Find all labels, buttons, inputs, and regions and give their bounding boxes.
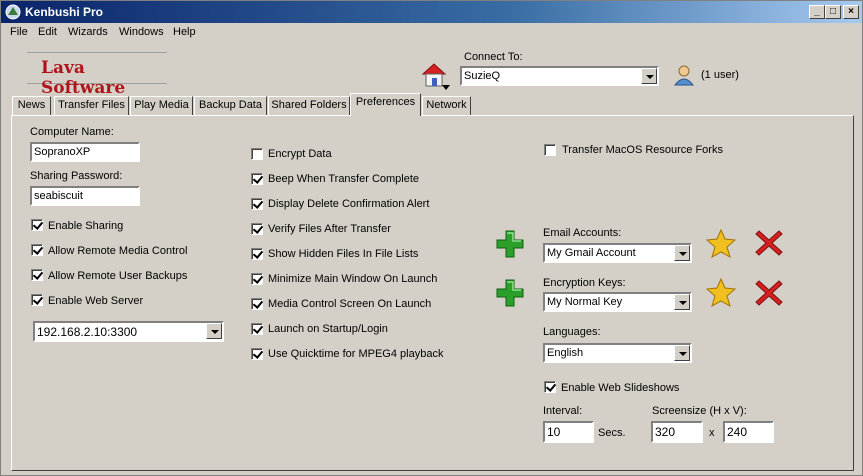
hidden-files-checkbox[interactable]: [251, 248, 263, 260]
screensize-label: Screensize (H x V):: [652, 405, 747, 417]
password-input[interactable]: seabiscuit: [30, 186, 140, 206]
close-button[interactable]: ×: [843, 5, 859, 19]
menu-bar: File Edit Wizards Windows Help: [1, 23, 862, 43]
keys-value: My Normal Key: [547, 296, 623, 308]
enable-sharing-checkbox[interactable]: [31, 219, 43, 231]
verify-files-label: Verify Files After Transfer: [268, 223, 391, 235]
logo-text: Lava Software: [41, 58, 126, 98]
remote-backups-label: Allow Remote User Backups: [48, 270, 188, 282]
home-icon[interactable]: [419, 61, 451, 91]
beep-label: Beep When Transfer Complete: [268, 173, 420, 185]
minimize-launch-label: Minimize Main Window On Launch: [268, 273, 438, 285]
remote-media-label: Allow Remote Media Control: [48, 245, 188, 257]
tab-shared-folders[interactable]: Shared Folders: [268, 96, 350, 115]
hidden-files-label: Show Hidden Files In File Lists: [268, 248, 419, 260]
server-address-select[interactable]: 192.168.2.10:3300: [33, 321, 224, 342]
interval-input[interactable]: 10: [543, 421, 594, 443]
user-icon: [673, 65, 695, 86]
connect-value: SuzieQ: [464, 70, 501, 82]
password-label: Sharing Password:: [30, 170, 123, 182]
server-address-value: 192.168.2.10:3300: [37, 325, 138, 339]
tab-play-media[interactable]: Play Media: [130, 96, 193, 115]
slideshows-label: Enable Web Slideshows: [561, 382, 680, 394]
chevron-down-icon[interactable]: [206, 323, 222, 339]
minimize-launch-checkbox[interactable]: [251, 273, 263, 285]
logo: Lava Software: [27, 52, 167, 98]
email-label: Email Accounts:: [543, 227, 622, 239]
web-server-label: Enable Web Server: [48, 295, 144, 307]
languages-label: Languages:: [543, 326, 601, 338]
menu-help[interactable]: Help: [173, 26, 196, 38]
macos-forks-checkbox[interactable]: [544, 144, 556, 156]
beep-checkbox[interactable]: [251, 173, 263, 185]
verify-files-checkbox[interactable]: [251, 223, 263, 235]
connect-select[interactable]: SuzieQ: [460, 66, 659, 86]
email-star-icon[interactable]: [706, 229, 736, 258]
quicktime-checkbox[interactable]: [251, 348, 263, 360]
screen-h-input[interactable]: 320: [651, 421, 703, 443]
app-window: Kenbushi Pro _ □ × File Edit Wizards Win…: [0, 0, 863, 476]
computer-name-input[interactable]: SopranoXP: [30, 142, 140, 162]
connect-label: Connect To:: [464, 51, 523, 63]
app-icon: [5, 4, 21, 20]
screen-x-separator: x: [709, 427, 715, 439]
keys-select[interactable]: My Normal Key: [543, 292, 692, 312]
menu-edit[interactable]: Edit: [38, 26, 57, 38]
chevron-down-icon[interactable]: [674, 294, 690, 310]
window-title: Kenbushi Pro: [25, 5, 104, 19]
launch-startup-label: Launch on Startup/Login: [268, 323, 388, 335]
encrypt-data-label: Encrypt Data: [268, 148, 332, 160]
delete-alert-checkbox[interactable]: [251, 198, 263, 210]
title-bar[interactable]: Kenbushi Pro _ □ ×: [1, 1, 862, 23]
slideshows-checkbox[interactable]: [544, 381, 556, 393]
key-delete-x-icon[interactable]: [755, 279, 783, 307]
key-star-icon[interactable]: [706, 278, 736, 307]
keys-label: Encryption Keys:: [543, 277, 626, 289]
interval-label: Interval:: [543, 405, 583, 417]
email-value: My Gmail Account: [547, 247, 636, 259]
media-screen-checkbox[interactable]: [251, 298, 263, 310]
enable-sharing-label: Enable Sharing: [48, 220, 124, 232]
tab-network[interactable]: Network: [422, 96, 471, 115]
remote-media-checkbox[interactable]: [31, 244, 43, 256]
menu-windows[interactable]: Windows: [119, 26, 164, 38]
minimize-button[interactable]: _: [809, 5, 825, 19]
menu-file[interactable]: File: [10, 26, 28, 38]
user-count: (1 user): [701, 69, 739, 81]
email-delete-x-icon[interactable]: [755, 229, 783, 257]
quicktime-label: Use Quicktime for MPEG4 playback: [268, 348, 444, 360]
interval-unit: Secs.: [598, 427, 626, 439]
add-email-plus-icon[interactable]: [495, 229, 525, 259]
tab-backup-data[interactable]: Backup Data: [194, 96, 267, 115]
media-screen-label: Media Control Screen On Launch: [268, 298, 432, 310]
chevron-down-icon[interactable]: [674, 345, 690, 361]
add-key-plus-icon[interactable]: [495, 278, 525, 308]
encrypt-data-checkbox[interactable]: [251, 148, 263, 160]
email-select[interactable]: My Gmail Account: [543, 243, 692, 263]
remote-backups-checkbox[interactable]: [31, 269, 43, 281]
web-server-checkbox[interactable]: [31, 294, 43, 306]
menu-wizards[interactable]: Wizards: [68, 26, 108, 38]
tab-news[interactable]: News: [12, 96, 51, 115]
chevron-down-icon[interactable]: [641, 68, 657, 84]
languages-value: English: [547, 347, 584, 359]
computer-name-label: Computer Name:: [30, 126, 114, 138]
tab-transfer-files[interactable]: Transfer Files: [54, 96, 129, 115]
languages-select[interactable]: English: [543, 343, 692, 363]
tab-preferences[interactable]: Preferences: [350, 93, 421, 116]
chevron-down-icon[interactable]: [674, 245, 690, 261]
delete-alert-label: Display Delete Confirmation Alert: [268, 198, 430, 210]
launch-startup-checkbox[interactable]: [251, 323, 263, 335]
screen-v-input[interactable]: 240: [723, 421, 774, 443]
macos-forks-label: Transfer MacOS Resource Forks: [562, 144, 723, 156]
maximize-button[interactable]: □: [825, 5, 841, 19]
